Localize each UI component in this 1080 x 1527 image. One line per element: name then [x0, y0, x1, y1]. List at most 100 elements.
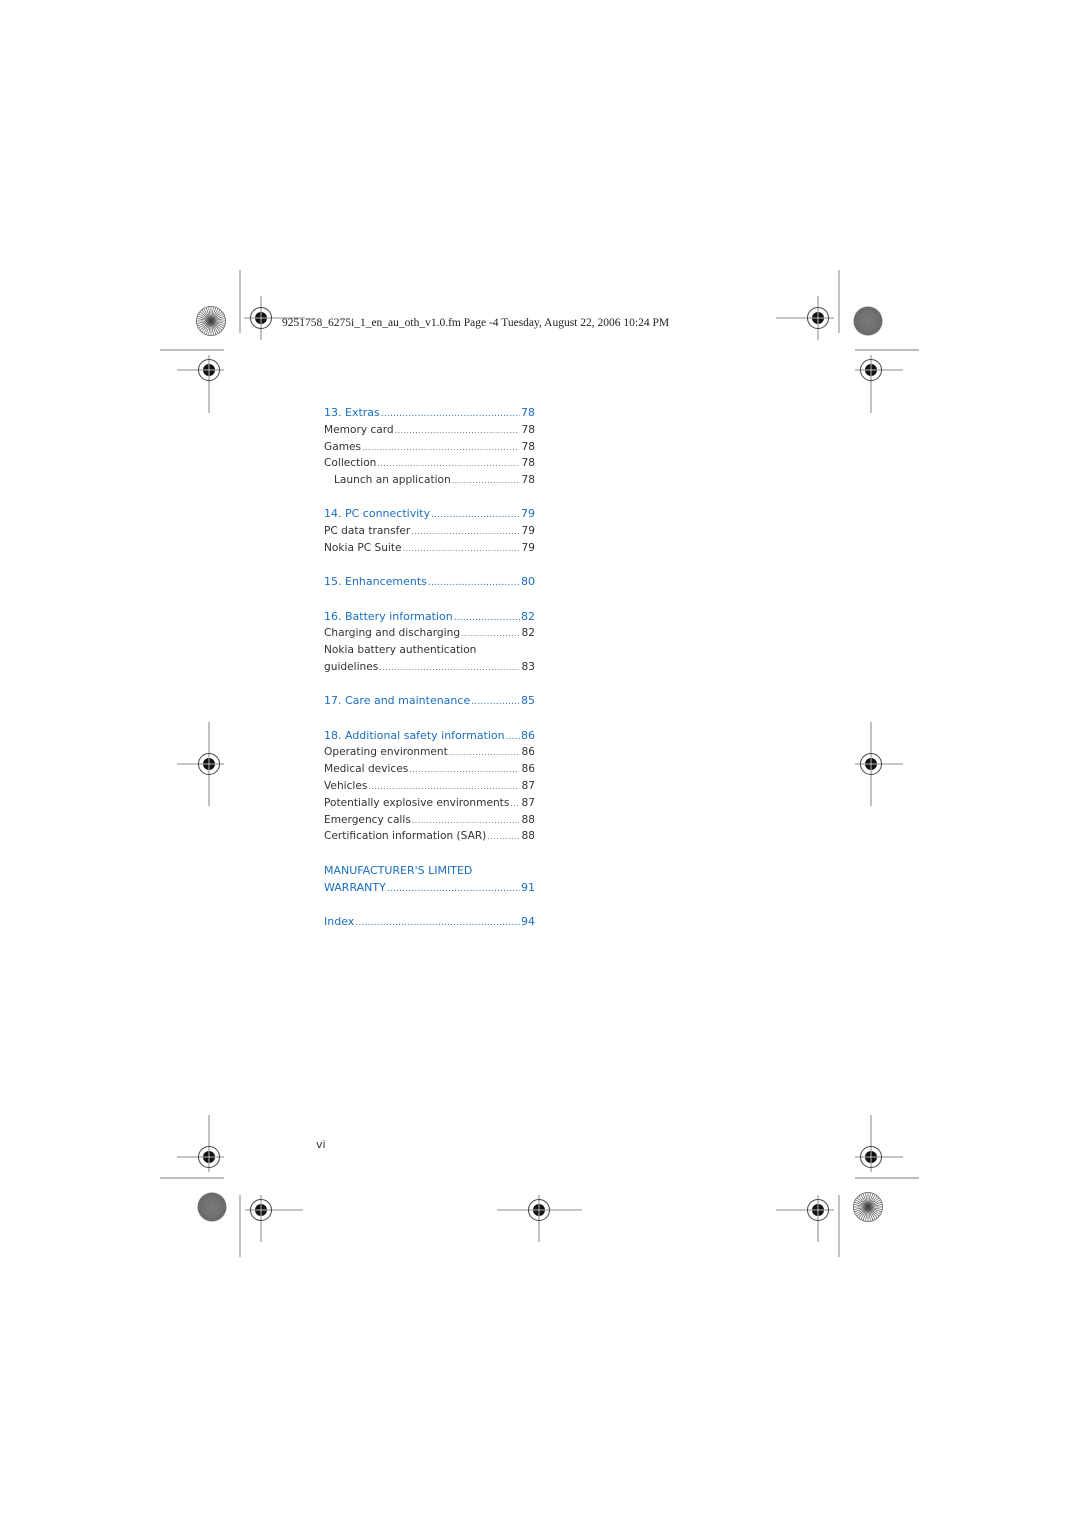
- toc-entry[interactable]: Certification information (SAR) 88: [324, 828, 535, 845]
- toc-leader-dots: [510, 796, 518, 813]
- toc-chapter-entry[interactable]: 13. Extras 78: [324, 405, 535, 422]
- toc-page-number: 87: [521, 780, 535, 793]
- toc-leader-dots: [452, 473, 519, 490]
- toc-entry[interactable]: Nokia PC Suite 79: [324, 540, 535, 557]
- toc-label: Nokia battery authentication: [324, 644, 477, 657]
- toc-chapter-entry[interactable]: Index 94: [324, 914, 535, 931]
- page-number-folio: vi: [316, 1138, 326, 1151]
- toc-section-gap: [324, 557, 535, 575]
- toc-label: MANUFACTURER'S LIMITED: [324, 863, 473, 877]
- toc-chapter-entry[interactable]: 18. Additional safety information 86: [324, 728, 535, 745]
- document-page: 9251758_6275i_1_en_au_oth_v1.0.fm Page -…: [0, 0, 1080, 1527]
- toc-page-number: 78: [521, 457, 535, 470]
- toc-entry[interactable]: Games 78: [324, 439, 535, 456]
- crosshair-target-icon: [177, 355, 224, 413]
- toc-leader-dots: [381, 406, 520, 423]
- toc-page-number: 82: [521, 609, 535, 623]
- toc-label: WARRANTY: [324, 880, 386, 894]
- crosshair-target-icon: [177, 1115, 224, 1172]
- crosshair-target-icon: [497, 1195, 582, 1242]
- toc-page-number: 79: [521, 542, 535, 555]
- toc-chapter-entry[interactable]: 15. Enhancements 80: [324, 574, 535, 591]
- toc-label: guidelines: [324, 661, 379, 674]
- toc-section-gap: [324, 710, 535, 728]
- toc-label: 15. Enhancements: [324, 575, 427, 589]
- crosshair-target-icon: [855, 722, 903, 806]
- toc-entry[interactable]: Charging and discharging 82: [324, 625, 535, 642]
- toc-page-number: 82: [521, 627, 535, 640]
- crosshair-target-icon: [776, 296, 834, 340]
- toc-entry[interactable]: Launch an application 78: [324, 472, 535, 489]
- toc-page-number: 94: [521, 914, 535, 928]
- toc-label: Nokia PC Suite: [324, 542, 402, 555]
- toc-page-number: 78: [521, 406, 535, 419]
- toc-leader-dots: [387, 881, 520, 898]
- toc-entry[interactable]: guidelines 83: [324, 659, 535, 676]
- toc-leader-dots: [403, 541, 519, 558]
- crosshair-target-icon: [177, 722, 224, 806]
- toc-label: 16. Battery information: [324, 609, 453, 623]
- toc-chapter-entry[interactable]: 16. Battery information 82: [324, 609, 535, 626]
- toc-entry[interactable]: Operating environment 86: [324, 744, 535, 761]
- toc-chapter-entry[interactable]: 14. PC connectivity 79: [324, 506, 535, 523]
- toc-chapter-entry[interactable]: 17. Care and maintenance 85: [324, 693, 535, 710]
- toc-section-gap: [324, 676, 535, 694]
- toc-page-number: 79: [521, 525, 535, 538]
- toc-leader-dots: [368, 779, 518, 796]
- toc-page-number: 86: [521, 728, 535, 742]
- gray-disc-icon: [197, 1192, 227, 1222]
- toc-chapter-entry[interactable]: WARRANTY 91: [324, 880, 535, 897]
- toc-leader-dots: [428, 575, 520, 592]
- toc-leader-dots: [411, 524, 518, 541]
- toc-page-number: 83: [521, 661, 535, 674]
- toc-entry[interactable]: Nokia battery authentication: [324, 642, 535, 659]
- toc-leader-dots: [506, 729, 520, 746]
- toc-label: Medical devices: [324, 763, 409, 776]
- toc-label: Collection: [324, 457, 377, 470]
- toc-page-number: 78: [521, 440, 535, 453]
- crosshair-target-icon: [245, 1195, 303, 1242]
- toc-entry[interactable]: Collection 78: [324, 455, 535, 472]
- crosshair-target-icon: [855, 355, 903, 413]
- toc-label: Vehicles: [324, 780, 368, 793]
- crosshair-target-icon: [855, 1115, 903, 1172]
- toc-leader-dots: [379, 660, 518, 677]
- toc-label: Charging and discharging: [324, 627, 461, 640]
- toc-entry[interactable]: PC data transfer 79: [324, 523, 535, 540]
- toc-page-number: 88: [521, 830, 535, 843]
- bottom-right-marks: [776, 1115, 919, 1257]
- top-right-marks: [776, 270, 919, 413]
- toc-label: Launch an application: [334, 474, 451, 487]
- toc-label: 14. PC connectivity: [324, 507, 431, 521]
- toc-leader-dots: [454, 610, 520, 627]
- table-of-contents: 13. Extras78Memory card78Games78Collecti…: [324, 405, 535, 931]
- toc-page-number: 87: [521, 796, 535, 809]
- toc-label: 18. Additional safety information: [324, 728, 505, 742]
- toc-section-gap: [324, 896, 535, 914]
- toc-chapter-entry[interactable]: MANUFACTURER'S LIMITED: [324, 863, 535, 880]
- toc-label: Certification information (SAR): [324, 830, 487, 843]
- starburst-icon: [196, 306, 226, 336]
- bottom-left-marks: [160, 1115, 303, 1257]
- toc-entry[interactable]: Medical devices 86: [324, 761, 535, 778]
- toc-page-number: 78: [521, 423, 535, 436]
- toc-label: Games: [324, 440, 362, 453]
- toc-leader-dots: [409, 762, 518, 779]
- toc-entry[interactable]: Vehicles 87: [324, 778, 535, 795]
- toc-page-number: 86: [521, 746, 535, 759]
- toc-label: Memory card: [324, 423, 394, 436]
- toc-page-number: 78: [521, 474, 535, 487]
- toc-label: Emergency calls: [324, 813, 411, 826]
- toc-entry[interactable]: Potentially explosive environments 87: [324, 795, 535, 812]
- toc-entry[interactable]: Memory card 78: [324, 422, 535, 439]
- toc-leader-dots: [395, 423, 519, 440]
- toc-leader-dots: [412, 813, 519, 830]
- toc-page-number: 85: [521, 694, 535, 708]
- toc-label: 17. Care and maintenance: [324, 694, 471, 708]
- toc-entry[interactable]: Emergency calls 88: [324, 812, 535, 829]
- toc-leader-dots: [377, 456, 518, 473]
- toc-leader-dots: [471, 694, 520, 711]
- printer-marks: [160, 270, 919, 1257]
- toc-label: Operating environment: [324, 746, 448, 759]
- file-header: 9251758_6275i_1_en_au_oth_v1.0.fm Page -…: [282, 317, 670, 329]
